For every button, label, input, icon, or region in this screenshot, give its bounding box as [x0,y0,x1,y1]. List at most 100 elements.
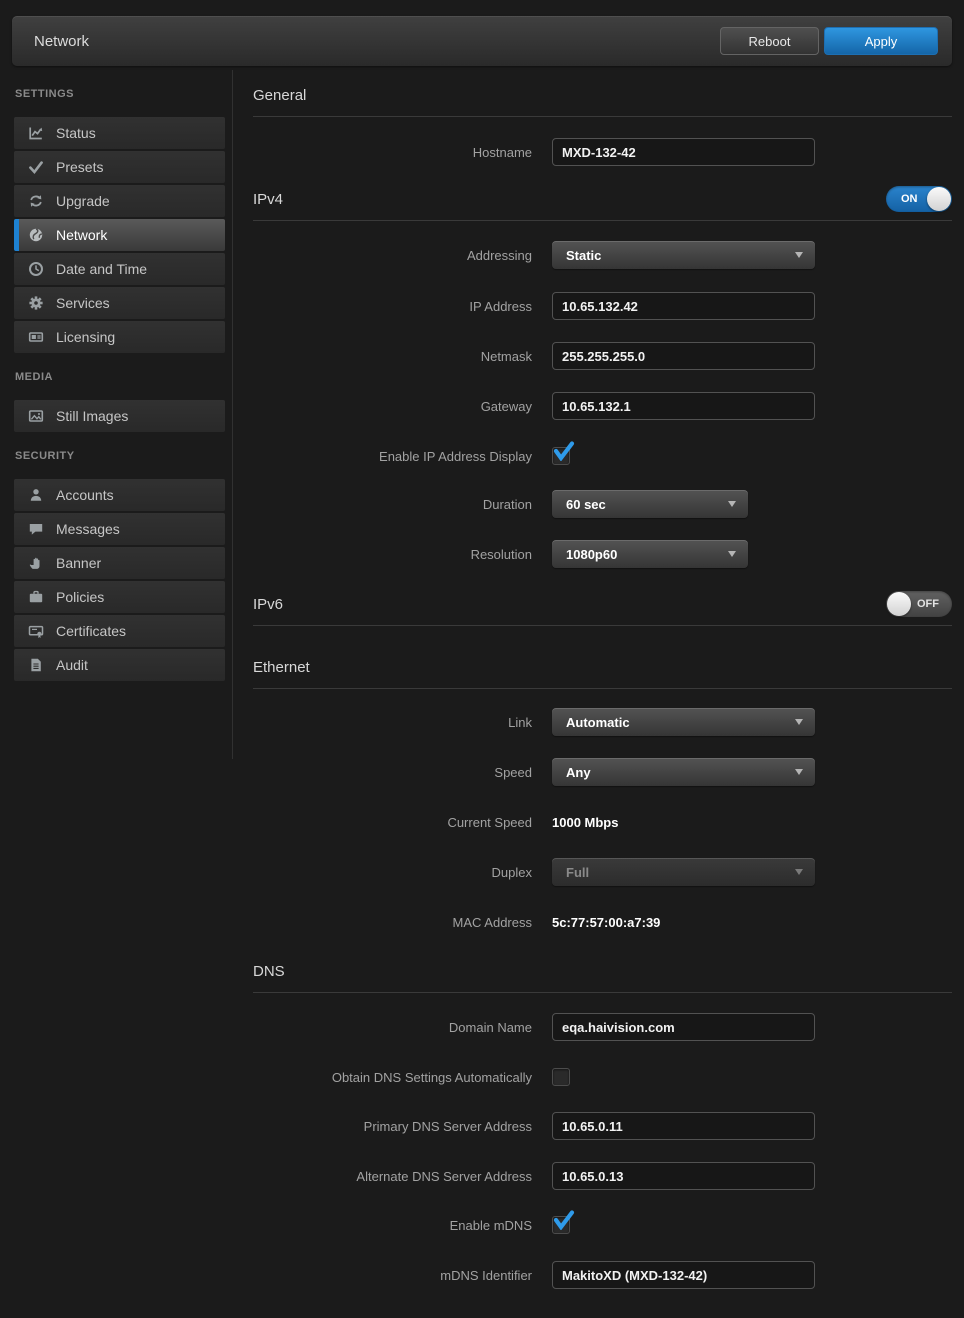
resolution-row: Resolution 1080p60 [253,540,952,568]
alternate-dns-label: Alternate DNS Server Address [253,1162,532,1190]
briefcase-icon [28,589,44,605]
title-bar-actions: Reboot Apply [720,27,938,55]
obtain-dns-label: Obtain DNS Settings Automatically [253,1066,532,1088]
sidebar-item-label: Accounts [56,487,114,503]
sidebar-item-licensing[interactable]: Licensing [14,321,225,353]
netmask-label: Netmask [253,342,532,370]
license-card-icon [28,329,44,345]
duration-select[interactable]: 60 sec [552,490,748,518]
hand-icon [28,555,44,571]
ipv4-toggle-label: ON [901,192,918,206]
clock-icon [28,261,44,277]
toggle-knob [927,187,951,211]
sidebar-item-policies[interactable]: Policies [14,581,225,613]
sidebar-item-label: Certificates [56,623,126,639]
sidebar-item-banner[interactable]: Banner [14,547,225,579]
section-title-ipv6: IPv6 [253,596,283,613]
sidebar-item-label: Licensing [56,329,115,345]
enable-mdns-label: Enable mDNS [253,1214,532,1236]
gateway-input[interactable] [552,392,815,420]
current-speed-row: Current Speed 1000 Mbps [253,808,952,836]
sidebar-item-messages[interactable]: Messages [14,513,225,545]
resolution-select-value: 1080p60 [566,547,617,562]
sidebar-item-audit[interactable]: Audit [14,649,225,681]
enable-ip-display-row: Enable IP Address Display [253,445,952,467]
section-rule [253,625,952,626]
speed-select[interactable]: Any [552,758,815,786]
gateway-label: Gateway [253,392,532,420]
sidebar-item-certificates[interactable]: Certificates [14,615,225,647]
sidebar-item-label: Network [56,227,107,243]
sidebar-item-network[interactable]: Network [14,219,225,251]
mac-address-value: 5c:77:57:00:a7:39 [552,915,660,930]
enable-ip-display-checkbox[interactable] [552,447,570,465]
sidebar-item-still-images[interactable]: Still Images [14,400,225,432]
netmask-input[interactable] [552,342,815,370]
enable-mdns-checkbox[interactable] [552,1216,570,1234]
hostname-input[interactable] [552,138,815,166]
speech-bubble-icon [28,521,44,537]
reboot-button[interactable]: Reboot [720,27,819,55]
ipv4-toggle[interactable]: ON [886,186,952,212]
section-general: General [253,82,952,117]
link-select-value: Automatic [566,715,630,730]
primary-dns-input[interactable] [552,1112,815,1140]
obtain-dns-row: Obtain DNS Settings Automatically [253,1066,952,1088]
domain-name-input[interactable] [552,1013,815,1041]
alternate-dns-input[interactable] [552,1162,815,1190]
sidebar-item-services[interactable]: Services [14,287,225,319]
apply-button[interactable]: Apply [824,27,938,55]
resolution-select[interactable]: 1080p60 [552,540,748,568]
sidebar-item-label: Still Images [56,408,128,424]
link-select[interactable]: Automatic [552,708,815,736]
section-rule [253,688,952,689]
toggle-knob [887,592,911,616]
enable-ip-display-label: Enable IP Address Display [253,445,532,467]
mdns-identifier-input[interactable] [552,1261,815,1289]
ip-address-input[interactable] [552,292,815,320]
refresh-icon [28,193,44,209]
section-ipv4: IPv4 ON [253,186,952,221]
addressing-select[interactable]: Static [552,241,815,269]
section-title-dns: DNS [253,963,285,980]
checkmark-icon [553,441,575,461]
alternate-dns-row: Alternate DNS Server Address [253,1162,952,1190]
section-rule [253,992,952,993]
sidebar-item-label: Presets [56,159,103,175]
sidebar-item-upgrade[interactable]: Upgrade [14,185,225,217]
ip-address-row: IP Address [253,292,952,320]
line-chart-icon [28,125,44,141]
ipv6-toggle-label: OFF [917,597,939,611]
obtain-dns-checkbox[interactable] [552,1068,570,1086]
duration-row: Duration 60 sec [253,490,952,518]
domain-name-label: Domain Name [253,1013,532,1041]
person-icon [28,487,44,503]
ipv6-toggle[interactable]: OFF [886,591,952,617]
primary-dns-row: Primary DNS Server Address [253,1112,952,1140]
sidebar-item-label: Date and Time [56,261,147,277]
gear-icon [28,295,44,311]
hostname-label: Hostname [253,138,532,166]
duplex-label: Duplex [253,858,532,886]
sidebar-item-label: Banner [56,555,101,571]
sidebar-item-status[interactable]: Status [14,117,225,149]
addressing-row: Addressing Static [253,241,952,269]
mdns-identifier-row: mDNS Identifier [253,1261,952,1289]
duplex-select[interactable]: Full [552,858,815,886]
duration-label: Duration [253,490,532,518]
sidebar-item-accounts[interactable]: Accounts [14,479,225,511]
ip-address-label: IP Address [253,292,532,320]
sidebar-item-label: Messages [56,521,120,537]
sidebar-item-date-and-time[interactable]: Date and Time [14,253,225,285]
speed-label: Speed [253,758,532,786]
section-title-general: General [253,87,306,104]
document-icon [28,657,44,673]
sidebar-item-label: Services [56,295,110,311]
section-rule [253,116,952,117]
sidebar-item-presets[interactable]: Presets [14,151,225,183]
section-title-ethernet: Ethernet [253,659,310,676]
chevron-down-icon [728,501,736,507]
network-settings-page: Network Reboot Apply SETTINGS Status Pre… [0,0,964,1318]
duration-select-value: 60 sec [566,497,606,512]
netmask-row: Netmask [253,342,952,370]
